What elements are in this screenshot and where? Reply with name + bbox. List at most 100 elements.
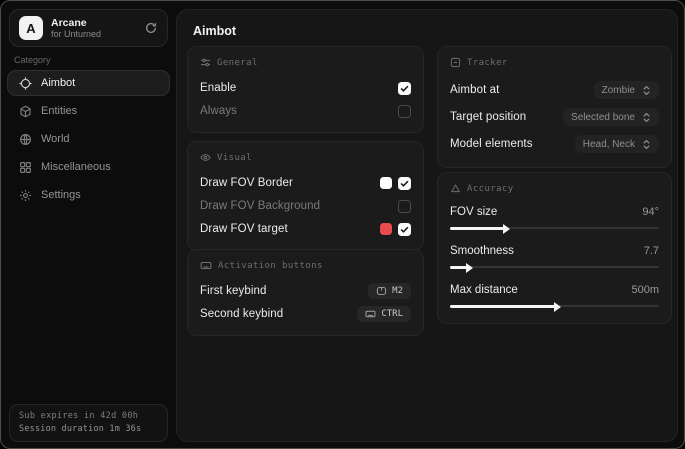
accuracy-card: Accuracy FOV size 94° Smoothness 7.7 <box>437 172 672 324</box>
app-window: A Arcane for Unturned Category Aimbot <box>0 0 685 449</box>
tracker-card: Tracker Aimbot at Zombie Target position… <box>437 46 672 168</box>
setting-label: Model elements <box>450 138 533 150</box>
app-subtitle: for Unturned <box>51 29 101 39</box>
setting-row-enable: Enable <box>200 77 411 99</box>
app-name: Arcane <box>51 17 101 29</box>
crosshair-icon <box>19 77 32 90</box>
setting-label: Draw FOV Border <box>200 177 293 189</box>
sub-expiry-text: Sub expires in 42d 00h <box>19 411 158 421</box>
category-label: Category <box>14 55 51 65</box>
main-panel: Aimbot General Enable Always <box>176 9 678 442</box>
refresh-icon[interactable] <box>144 21 158 35</box>
setting-row-fov-background: Draw FOV Background <box>200 195 411 217</box>
dropdown-value: Selected bone <box>571 112 635 123</box>
setting-label: Enable <box>200 82 236 94</box>
app-logo: A <box>19 16 43 40</box>
sidebar-header: A Arcane for Unturned <box>9 9 168 47</box>
dropdown-value: Zombie <box>602 85 635 96</box>
slider-value: 500m <box>631 284 659 296</box>
keyboard-icon <box>200 260 212 271</box>
always-checkbox[interactable] <box>398 105 411 118</box>
keybind-value: M2 <box>392 286 403 296</box>
session-duration-text: Session duration 1m 36s <box>19 424 158 434</box>
slider-label: FOV size <box>450 206 497 218</box>
fov-background-checkbox[interactable] <box>398 200 411 213</box>
section-title: Tracker <box>467 58 508 68</box>
slider-value: 94° <box>642 206 659 218</box>
slider-row-max-distance: Max distance 500m <box>450 281 659 311</box>
chevron-up-down-icon <box>642 139 651 150</box>
fov-size-slider[interactable] <box>450 223 659 233</box>
slider-label: Max distance <box>450 284 518 296</box>
visual-card: Visual Draw FOV Border Draw FOV Backgrou… <box>187 141 424 251</box>
fov-target-checkbox[interactable] <box>398 223 411 236</box>
setting-row-fov-target: Draw FOV target <box>200 218 411 240</box>
sidebar-item-label: World <box>41 133 70 145</box>
sidebar-item-label: Settings <box>41 189 81 201</box>
slider-row-fov-size: FOV size 94° <box>450 203 659 233</box>
section-title: General <box>217 58 258 68</box>
chevron-up-down-icon <box>642 112 651 123</box>
sidebar-item-label: Aimbot <box>41 77 75 89</box>
sidebar-nav: Aimbot Entities World <box>7 70 170 210</box>
setting-label: Draw FOV target <box>200 223 288 235</box>
slider-value: 7.7 <box>644 245 659 257</box>
slider-thumb[interactable] <box>503 224 510 234</box>
enable-checkbox[interactable] <box>398 82 411 95</box>
setting-row-first-keybind: First keybind M2 <box>200 280 411 302</box>
smoothness-slider[interactable] <box>450 262 659 272</box>
slider-thumb[interactable] <box>554 302 561 312</box>
activation-card: Activation buttons First keybind M2 Seco… <box>187 249 424 336</box>
gear-icon <box>19 189 32 202</box>
setting-row-aimbot-at: Aimbot at Zombie <box>450 77 659 103</box>
model-elements-dropdown[interactable]: Head, Neck <box>575 135 659 153</box>
setting-label: Second keybind <box>200 308 283 320</box>
setting-label: Aimbot at <box>450 84 499 96</box>
aimbot-at-dropdown[interactable]: Zombie <box>594 81 659 99</box>
mouse-icon <box>376 286 387 296</box>
keybind-value: CTRL <box>381 309 403 319</box>
setting-label: First keybind <box>200 285 267 297</box>
setting-label: Target position <box>450 111 526 123</box>
entities-icon <box>19 105 32 118</box>
brand-block: Arcane for Unturned <box>51 17 101 39</box>
keyboard-icon <box>365 309 376 319</box>
sidebar-item-entities[interactable]: Entities <box>7 98 170 124</box>
sliders-icon <box>200 57 211 68</box>
fov-border-checkbox[interactable] <box>398 177 411 190</box>
grid-icon <box>19 161 32 174</box>
second-keybind-badge[interactable]: CTRL <box>357 306 411 322</box>
sidebar-item-miscellaneous[interactable]: Miscellaneous <box>7 154 170 180</box>
max-distance-slider[interactable] <box>450 301 659 311</box>
section-title: Accuracy <box>467 184 514 194</box>
section-title: Activation buttons <box>218 261 323 271</box>
slider-row-smoothness: Smoothness 7.7 <box>450 242 659 272</box>
fov-border-color-swatch[interactable] <box>380 177 392 189</box>
fov-target-color-swatch[interactable] <box>380 223 392 235</box>
slider-thumb[interactable] <box>466 263 473 273</box>
setting-row-fov-border: Draw FOV Border <box>200 172 411 194</box>
sidebar-item-world[interactable]: World <box>7 126 170 152</box>
general-card: General Enable Always <box>187 46 424 133</box>
sidebar-item-aimbot[interactable]: Aimbot <box>7 70 170 96</box>
setting-row-model-elements: Model elements Head, Neck <box>450 131 659 157</box>
sidebar-item-settings[interactable]: Settings <box>7 182 170 208</box>
section-title: Visual <box>217 153 252 163</box>
globe-icon <box>19 133 32 146</box>
setting-row-always: Always <box>200 100 411 122</box>
eye-icon <box>200 152 211 163</box>
tracker-icon <box>450 57 461 68</box>
subscription-info: Sub expires in 42d 00h Session duration … <box>9 404 168 442</box>
page-title: Aimbot <box>193 24 236 38</box>
sidebar-item-label: Miscellaneous <box>41 161 111 173</box>
dropdown-value: Head, Neck <box>583 139 635 150</box>
setting-label: Always <box>200 105 237 117</box>
target-position-dropdown[interactable]: Selected bone <box>563 108 659 126</box>
setting-label: Draw FOV Background <box>200 200 320 212</box>
setting-row-target-position: Target position Selected bone <box>450 104 659 130</box>
setting-row-second-keybind: Second keybind CTRL <box>200 303 411 325</box>
chevron-up-down-icon <box>642 85 651 96</box>
triangle-icon <box>450 183 461 194</box>
first-keybind-badge[interactable]: M2 <box>368 283 411 299</box>
slider-label: Smoothness <box>450 245 514 257</box>
